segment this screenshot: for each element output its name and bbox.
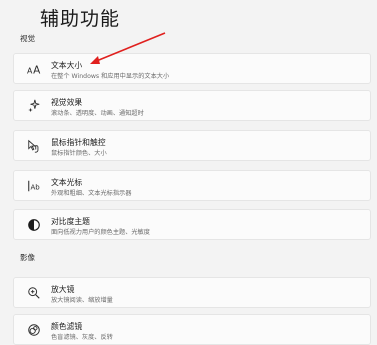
settings-item-description: 放大镜阅读、缩放增量 xyxy=(51,297,113,304)
settings-item-description: 鼠标指针颜色、大小 xyxy=(51,150,107,157)
magnifier-icon xyxy=(26,285,42,301)
page-title: 辅助功能 xyxy=(40,8,121,30)
contrast-icon xyxy=(26,217,42,233)
settings-item-description: 色盲滤镜、灰度、反转 xyxy=(51,334,113,341)
settings-item-title: 对比度主题 xyxy=(51,217,90,226)
settings-item-text-cursor[interactable]: Ab 文本光标 外观和粗细、文本光标指示器 xyxy=(13,170,371,201)
text-size-icon: AA xyxy=(26,61,42,77)
svg-text:A: A xyxy=(27,66,33,75)
settings-item-text-size[interactable]: AA 文本大小 在整个 Windows 和应用中显示的文本大小 xyxy=(13,53,371,84)
settings-item-title: 文本大小 xyxy=(51,61,83,70)
settings-item-description: 面向低视力用户的颜色主题、光敏度 xyxy=(51,229,150,236)
settings-item-color-filters[interactable]: 颜色滤镜 色盲滤镜、灰度、反转 xyxy=(13,314,371,345)
pointer-touch-icon xyxy=(26,138,42,154)
settings-item-title: 文本光标 xyxy=(51,178,83,187)
section-label-audio: 影像 xyxy=(20,253,35,262)
settings-item-title: 视觉效果 xyxy=(51,98,83,107)
settings-item-title: 颜色滤镜 xyxy=(51,322,83,331)
settings-item-visual-effects[interactable]: 视觉效果 滚动条、透明度、动画、通知超时 xyxy=(13,90,371,121)
settings-item-title: 放大镜 xyxy=(51,285,75,294)
settings-item-magnifier[interactable]: 放大镜 放大镜阅读、缩放增量 xyxy=(13,277,371,308)
settings-item-mouse-pointer-touch[interactable]: 鼠标指针和触控 鼠标指针颜色、大小 xyxy=(13,130,371,161)
sparkle-icon xyxy=(26,98,42,114)
svg-text:A: A xyxy=(33,64,41,76)
settings-item-description: 外观和粗细、文本光标指示器 xyxy=(51,190,132,197)
settings-item-title: 鼠标指针和触控 xyxy=(51,138,106,147)
settings-item-description: 在整个 Windows 和应用中显示的文本大小 xyxy=(51,73,170,80)
svg-text:Ab: Ab xyxy=(31,184,41,192)
settings-item-description: 滚动条、透明度、动画、通知超时 xyxy=(51,110,144,117)
text-cursor-icon: Ab xyxy=(26,178,42,194)
settings-item-contrast-themes[interactable]: 对比度主题 面向低视力用户的颜色主题、光敏度 xyxy=(13,209,371,240)
color-filter-icon xyxy=(26,322,42,338)
section-label-vision: 视觉 xyxy=(20,34,35,43)
